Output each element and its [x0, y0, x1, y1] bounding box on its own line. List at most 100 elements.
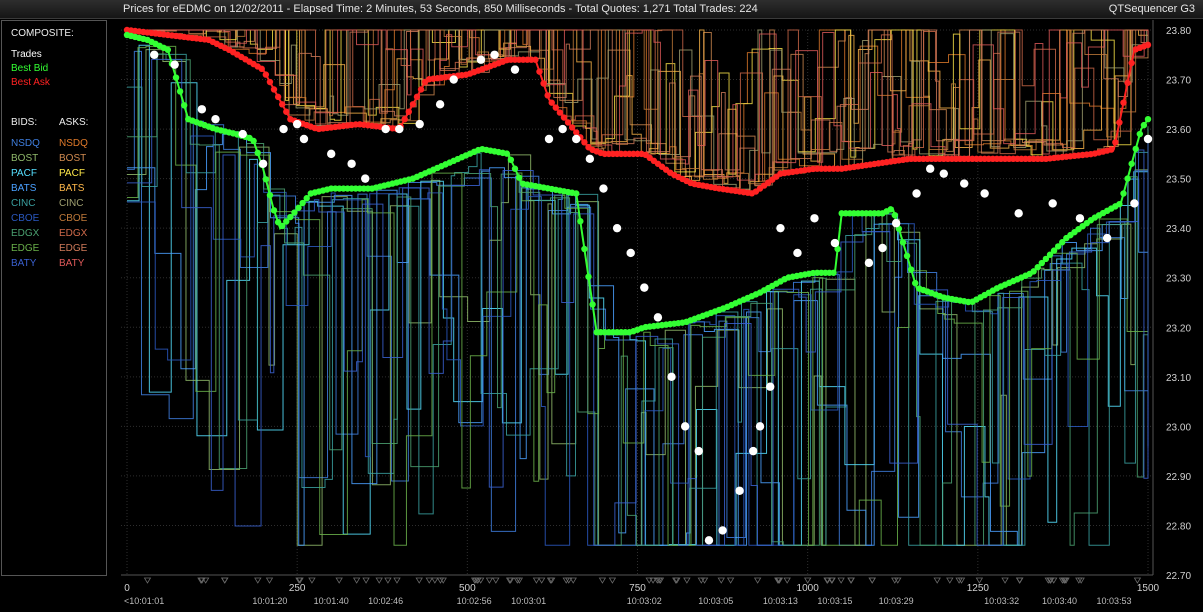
trade-point	[864, 258, 874, 268]
trade-point	[718, 526, 727, 535]
best-bid-point	[907, 266, 915, 273]
y-tick-label: 23.50	[1166, 175, 1191, 186]
best-bid-point	[589, 301, 596, 308]
trade-point	[810, 214, 819, 223]
best-ask-point	[552, 104, 560, 111]
best-bid-point	[1120, 190, 1127, 197]
best-bid-point	[172, 74, 180, 81]
best-bid-point	[270, 207, 278, 214]
tick-marker	[308, 577, 316, 584]
trade-point	[449, 75, 458, 84]
trade-point	[1102, 233, 1112, 243]
time-label: 10:03:01	[511, 596, 546, 606]
best-ask-point	[1108, 146, 1115, 153]
best-bid-point	[891, 211, 898, 219]
tick-marker	[683, 577, 691, 584]
trade-point	[150, 50, 159, 59]
y-tick-label: 23.60	[1166, 125, 1191, 136]
best-ask-point	[1144, 41, 1152, 49]
trade-point	[292, 119, 302, 129]
trade-point	[395, 124, 404, 134]
trade-point	[640, 283, 649, 292]
trade-point	[704, 536, 714, 545]
y-tick-label: 22.90	[1166, 472, 1191, 483]
best-ask-point	[413, 93, 421, 101]
trade-point	[793, 248, 802, 258]
trade-point	[435, 100, 445, 109]
best-ask-point	[1120, 99, 1127, 106]
trade-point	[667, 372, 676, 382]
x-tick-label: 500	[459, 583, 476, 594]
best-ask-point	[536, 68, 543, 75]
best-ask-point	[1112, 139, 1119, 146]
price-chart: 23.80 23.70 23.60 23.50 23.40 23.30 23.20 23.10…	[0, 18, 1203, 612]
trade-point	[776, 223, 785, 233]
tick-marker	[946, 577, 954, 584]
trade-point	[1014, 209, 1023, 218]
trade-point	[238, 129, 247, 139]
best-ask-point	[266, 78, 274, 86]
tick-marker	[143, 577, 152, 584]
trade-point	[891, 219, 901, 228]
trade-point	[766, 382, 775, 391]
tick-marker	[362, 577, 370, 584]
best-bid-point	[1132, 145, 1139, 153]
trade-point	[939, 169, 948, 178]
best-bid-point	[1116, 200, 1123, 208]
best-ask-point	[568, 124, 576, 131]
best-ask-point	[401, 115, 408, 123]
best-ask-point	[532, 56, 539, 63]
trade-point	[830, 238, 840, 248]
trade-point	[1048, 199, 1057, 208]
trade-point	[1130, 199, 1139, 208]
best-bid-point	[254, 149, 261, 157]
tick-marker	[598, 577, 607, 584]
trade-point	[925, 164, 935, 173]
tick-marker	[352, 577, 361, 584]
trade-point	[878, 243, 887, 253]
trade-point	[912, 189, 921, 198]
trade-point	[544, 134, 554, 144]
trade-point	[510, 65, 520, 74]
trade-point	[361, 174, 370, 183]
best-bid-point	[1136, 130, 1144, 138]
best-bid-point	[1128, 160, 1135, 167]
best-bid-point	[830, 269, 837, 276]
trade-point	[1075, 214, 1085, 223]
tick-marker	[608, 577, 617, 584]
best-bid-point	[511, 165, 519, 172]
best-ask-point	[262, 71, 270, 78]
y-tick-label: 23.80	[1166, 26, 1191, 37]
tick-marker	[783, 577, 791, 584]
best-ask-point	[573, 129, 580, 136]
tick-marker	[393, 577, 401, 584]
best-ask-point	[548, 99, 555, 106]
trade-point	[415, 119, 424, 129]
best-bid-point	[176, 88, 184, 95]
y-tick-label: 23.00	[1166, 422, 1191, 433]
y-tick-label: 23.70	[1166, 76, 1191, 87]
trade-point	[680, 422, 690, 431]
tick-marker	[335, 577, 343, 584]
best-bid-point	[266, 191, 274, 199]
tick-marker	[415, 577, 423, 584]
trade-point	[476, 55, 486, 64]
y-tick-label: 22.70	[1166, 571, 1191, 582]
trade-point	[612, 223, 622, 233]
time-label: 10:03:02	[627, 596, 662, 606]
tick-marker	[1001, 577, 1009, 584]
trade-point	[960, 179, 969, 188]
x-tick-label: 0	[124, 583, 130, 594]
best-bid-point	[581, 245, 588, 253]
tick-marker	[485, 577, 494, 584]
trade-point	[599, 184, 608, 193]
x-tick-label: 1500	[1137, 583, 1160, 594]
trade-point	[211, 114, 220, 124]
best-ask-point	[560, 114, 568, 121]
best-bid-point	[262, 176, 270, 183]
tick-marker	[431, 577, 439, 584]
tick-marker	[492, 577, 500, 584]
tick-marker	[375, 577, 383, 584]
x-tick-label: 1000	[797, 583, 820, 594]
trade-point	[347, 159, 356, 168]
